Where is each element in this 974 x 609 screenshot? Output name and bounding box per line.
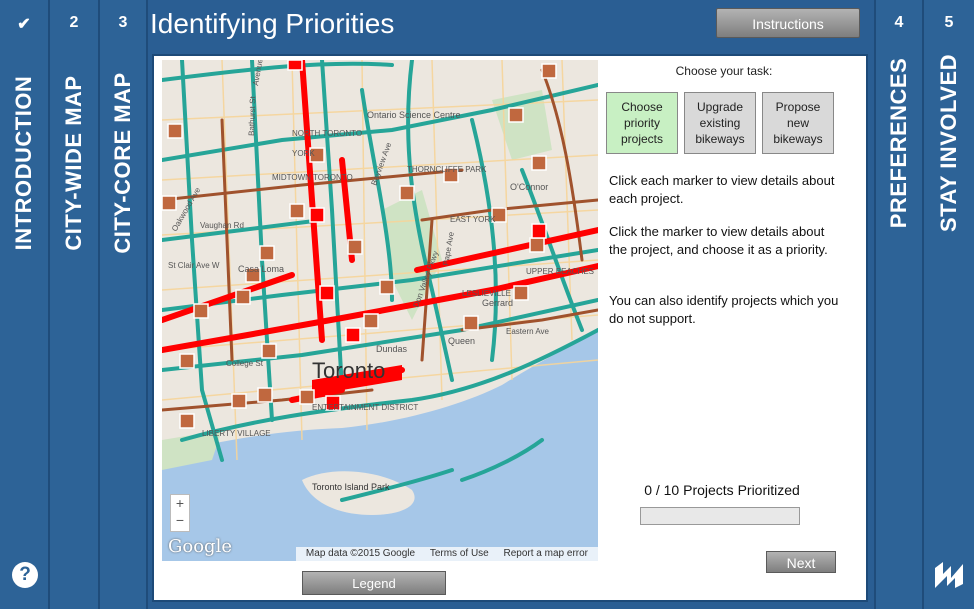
map-label: Gerrard — [482, 298, 513, 308]
map-label: O'Connor — [510, 182, 548, 192]
tab-number: 3 — [118, 14, 128, 31]
next-button[interactable]: Next — [766, 551, 836, 573]
map-label: ENTERTAINMENT DISTRICT — [312, 403, 418, 412]
instructions-button[interactable]: Instructions — [716, 8, 860, 38]
terms-of-use-link[interactable]: Terms of Use — [430, 548, 489, 559]
brand-logo-icon — [935, 562, 963, 588]
progress-bar — [640, 507, 800, 525]
map-label: THORNCLIFFE PARK — [407, 165, 487, 174]
completed-check-icon: ✔ — [17, 16, 31, 33]
map-label: Toronto Island Park — [312, 482, 390, 492]
map-data-text: Map data ©2015 Google — [305, 548, 416, 559]
map-label: Toronto — [312, 358, 385, 383]
task-choose-priority-button[interactable]: Choose priority projects — [606, 92, 678, 154]
map-label: Queen — [448, 336, 475, 346]
tab-stay-involved[interactable]: 5 STAY INVOLVED — [924, 0, 974, 609]
map-label: Vaughan Rd — [200, 221, 244, 230]
page-title: Identifying Priorities — [150, 8, 395, 39]
bikeway-map[interactable]: Ontario Science Centre NORTH TORONTO THO… — [162, 60, 598, 561]
zoom-out-button[interactable]: − — [171, 512, 189, 529]
map-label: UPPER BEACHES — [526, 267, 594, 276]
tab-label: CITY-WIDE MAP — [61, 75, 86, 251]
map-label: LESLIEVILLE — [462, 289, 511, 298]
map-label: Dundas — [376, 344, 408, 354]
choose-task-label: Choose your task: — [675, 64, 773, 78]
map-label: St Clair Ave W — [168, 261, 220, 270]
map-label: Casa Loma — [238, 264, 284, 274]
instruction-text: Click each marker to view details about … — [609, 173, 835, 206]
tab-label: CITY-CORE MAP — [110, 72, 135, 254]
task-propose-bikeways-button[interactable]: Propose new bikeways — [762, 92, 834, 154]
progress-label: 0 / 10 Projects Prioritized — [644, 482, 800, 498]
map-label: Bathurst St — [247, 95, 257, 136]
tab-number: 2 — [69, 14, 79, 31]
map-label: EAST YORK — [450, 215, 496, 224]
legend-button[interactable]: Legend — [302, 571, 446, 595]
tab-label: PREFERENCES — [886, 57, 911, 229]
map-label: NORTH TORONTO — [292, 129, 362, 138]
tab-label: STAY INVOLVED — [936, 53, 961, 233]
tab-city-core-map[interactable]: 3 CITY-CORE MAP — [100, 0, 148, 609]
zoom-in-button[interactable]: + — [171, 495, 189, 512]
map-label: Ontario Science Centre — [367, 110, 461, 120]
map-label: LIBERTY VILLAGE — [202, 429, 271, 438]
report-map-error-link[interactable]: Report a map error — [504, 548, 588, 559]
task-upgrade-bikeways-button[interactable]: Upgrade existing bikeways — [684, 92, 756, 154]
tab-city-wide-map[interactable]: 2 CITY-WIDE MAP — [50, 0, 100, 609]
map-label: MIDTOWN TORONTO — [272, 173, 353, 182]
instruction-text: Click the marker to view details about t… — [609, 224, 828, 257]
zoom-control: + − — [170, 494, 190, 532]
map-attribution: Map data ©2015 Google Terms of Use Repor… — [295, 547, 598, 561]
main-panel: Ontario Science Centre NORTH TORONTO THO… — [152, 54, 868, 602]
tab-number: 5 — [944, 14, 954, 31]
tab-introduction[interactable]: ✔ INTRODUCTION ? — [0, 0, 50, 609]
map-label: College St — [226, 359, 264, 368]
tab-label: INTRODUCTION — [11, 75, 36, 251]
map-label: YORK — [292, 149, 315, 158]
tab-preferences[interactable]: 4 PREFERENCES — [874, 0, 924, 609]
tab-number: 4 — [894, 14, 904, 31]
map-label: Eastern Ave — [506, 327, 550, 336]
instruction-text: You can also identify projects which you… — [609, 293, 839, 326]
google-logo: Google — [168, 536, 232, 557]
map-canvas: Ontario Science Centre NORTH TORONTO THO… — [162, 60, 598, 561]
help-icon[interactable]: ? — [12, 562, 38, 588]
task-panel: Choose your task: Choose priority projec… — [606, 56, 862, 596]
